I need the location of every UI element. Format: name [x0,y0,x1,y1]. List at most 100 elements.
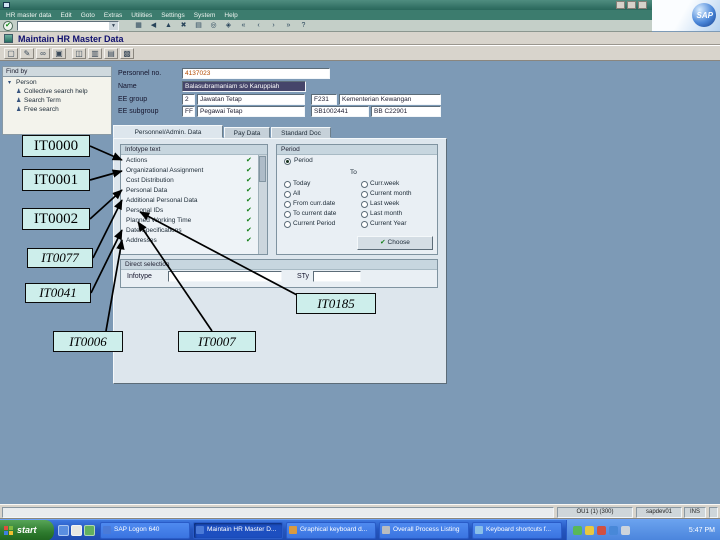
command-input[interactable]: ▼ [17,21,119,31]
pers-area-field[interactable]: F231 [311,94,337,105]
radio-from-curr-date-label[interactable]: From curr.date [293,200,335,207]
cost-center-field[interactable]: SB1002441 [311,106,369,117]
taskbar-button-maintain-hr[interactable]: Maintain HR Master D... [193,522,283,539]
radio-current-year-label[interactable]: Current Year [370,220,407,227]
tab-personnel-admin-data[interactable]: Personnel/Admin. Data [113,125,223,138]
delete-icon[interactable]: ▥ [88,48,102,59]
radio-last-week[interactable] [361,201,368,208]
tray-icon[interactable] [585,526,594,535]
restore-button[interactable] [627,1,636,9]
radio-current-month[interactable] [361,191,368,198]
tray-icon[interactable] [621,526,630,535]
tray-icon[interactable] [597,526,606,535]
enter-icon[interactable]: ✔ [3,21,13,31]
infotype-row-personal-ids[interactable]: Personal IDs [126,206,163,216]
save-icon[interactable]: ▦ [132,21,145,31]
find-by-root-person[interactable]: Person [16,79,37,86]
radio-to-current-date-label[interactable]: To current date [293,210,336,217]
overview-icon[interactable]: ▤ [104,48,118,59]
radio-curr-week[interactable] [361,181,368,188]
print-icon[interactable]: ▤ [192,21,205,31]
scrollbar-thumb[interactable] [259,156,266,182]
radio-all[interactable] [284,191,291,198]
ee-group-text-field[interactable]: Jawatan Tetap [197,94,305,105]
ee-group-field[interactable]: 2 [182,94,195,105]
first-page-icon[interactable]: « [237,21,250,31]
find-by-search-term[interactable]: Search Term [24,97,61,104]
menu-settings[interactable]: Settings [161,12,185,19]
tab-pay-data[interactable]: Pay Data [224,127,270,138]
display-icon[interactable]: ∞ [36,48,50,59]
sty-input[interactable] [313,271,361,282]
menu-help[interactable]: Help [224,12,237,19]
radio-today[interactable] [284,181,291,188]
infotype-row-addresses[interactable]: Addresses [126,236,157,246]
pers-area-text-field[interactable]: Kementerian Kewangan [339,94,441,105]
copy-icon[interactable]: ▣ [52,48,66,59]
status-system-cell[interactable]: OU1 (1) (300) [557,507,633,518]
delimit-icon[interactable]: ◫ [72,48,86,59]
choose-button[interactable]: ✔ Choose [357,236,433,250]
ee-subgroup-field[interactable]: FF [182,106,195,117]
radio-current-period[interactable] [284,221,291,228]
infotype-row-additional-personal-data[interactable]: Additional Personal Data [126,196,198,206]
infotype-row-actions[interactable]: Actions [126,156,147,166]
start-button[interactable]: start [0,520,54,540]
menu-hr-master-data[interactable]: HR master data [6,12,52,19]
measures-icon[interactable]: ▩ [120,48,134,59]
minimize-button[interactable] [616,1,625,9]
change-icon[interactable]: ✎ [20,48,34,59]
radio-current-month-label[interactable]: Current month [370,190,412,197]
radio-last-week-label[interactable]: Last week [370,200,399,207]
close-button[interactable] [638,1,647,9]
back-icon[interactable]: ◀ [147,21,160,31]
exit-icon[interactable]: ▲ [162,21,175,31]
radio-all-label[interactable]: All [293,190,300,197]
tray-icon[interactable] [609,526,618,535]
taskbar-button-4[interactable]: Overall Process Listing [379,522,469,539]
cost-center-text-field[interactable]: BB C22901 [371,106,441,117]
tab-standard-doc[interactable]: Standard Doc [271,127,331,138]
name-field[interactable]: Balasubramaniam s/o Karuppiah [182,81,306,92]
quick-launch-icon[interactable] [84,525,95,536]
menu-utilities[interactable]: Utilities [131,12,152,19]
find-by-collective-search-help[interactable]: Collective search help [24,88,88,95]
find-by-free-search[interactable]: Free search [24,106,59,113]
infotype-row-date-specifications[interactable]: Date Specifications [126,226,182,236]
taskbar-button-3[interactable]: Graphical keyboard d... [286,522,376,539]
ee-subgroup-text-field[interactable]: Pegawai Tetap [197,106,305,117]
infotype-row-organizational-assignment[interactable]: Organizational Assignment [126,166,203,176]
infotype-input[interactable] [168,271,282,282]
radio-period-label[interactable]: Period [294,157,313,164]
radio-from-curr-date[interactable] [284,201,291,208]
radio-current-period-label[interactable]: Current Period [293,220,335,227]
infotype-row-cost-distribution[interactable]: Cost Distribution [126,176,174,186]
infotype-row-personal-data[interactable]: Personal Data [126,186,167,196]
radio-curr-week-label[interactable]: Curr.week [370,180,399,187]
expander-icon[interactable]: ▾ [8,80,11,87]
menu-extras[interactable]: Extras [104,12,122,19]
cancel-icon[interactable]: ✖ [177,21,190,31]
taskbar-button-5[interactable]: Keyboard shortcuts f... [472,522,562,539]
personnel-no-field[interactable]: 4137023 [182,68,330,79]
find-icon[interactable]: ◎ [207,21,220,31]
quick-launch-icon[interactable] [58,525,69,536]
radio-last-month[interactable] [361,211,368,218]
infotype-row-planned-working-time[interactable]: Planned Working Time [126,216,191,226]
radio-to-current-date[interactable] [284,211,291,218]
tray-icon[interactable] [573,526,582,535]
last-page-icon[interactable]: » [282,21,295,31]
help-icon[interactable]: ? [297,21,310,31]
find-next-icon[interactable]: ◈ [222,21,235,31]
radio-last-month-label[interactable]: Last month [370,210,402,217]
page-up-icon[interactable]: ‹ [252,21,265,31]
quick-launch-icon[interactable] [71,525,82,536]
radio-period[interactable] [284,158,291,165]
menu-goto[interactable]: Goto [81,12,95,19]
radio-current-year[interactable] [361,221,368,228]
taskbar-button-sap-logon[interactable]: SAP Logon 640 [100,522,190,539]
radio-today-label[interactable]: Today [293,180,310,187]
page-down-icon[interactable]: › [267,21,280,31]
create-icon[interactable]: ▢ [4,48,18,59]
command-dropdown-icon[interactable]: ▼ [109,22,118,30]
